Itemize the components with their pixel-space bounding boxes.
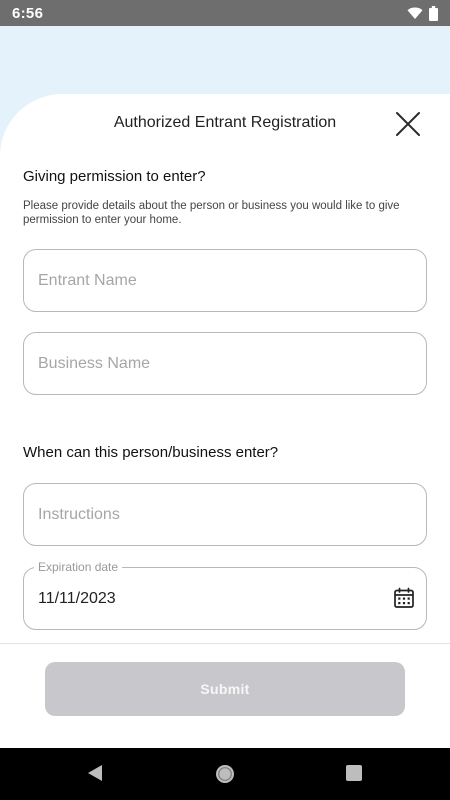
expiration-date-label: Expiration date: [34, 560, 123, 574]
status-bar: 6:56: [0, 0, 450, 26]
status-icons: [407, 5, 438, 21]
header-background: [0, 26, 450, 96]
registration-sheet: Authorized Entrant Registration Giving p…: [0, 94, 450, 748]
instructions-field[interactable]: [23, 483, 427, 546]
sheet-title: Authorized Entrant Registration: [113, 114, 337, 131]
calendar-icon[interactable]: [393, 587, 415, 609]
back-icon[interactable]: [86, 762, 104, 784]
close-button[interactable]: [394, 110, 422, 138]
home-icon[interactable]: [214, 763, 236, 785]
expiration-date-value: 11/11/2023: [38, 590, 116, 607]
battery-icon: [429, 5, 438, 21]
footer-divider: [0, 643, 450, 644]
instructions-input[interactable]: [24, 484, 426, 545]
permission-description: Please provide details about the person …: [23, 200, 400, 226]
business-name-input[interactable]: [24, 333, 426, 394]
recents-icon[interactable]: [346, 765, 362, 781]
permission-heading: Giving permission to enter?: [23, 168, 206, 185]
business-name-field[interactable]: [23, 332, 427, 395]
entrant-name-field[interactable]: [23, 249, 427, 312]
expiration-date-field[interactable]: Expiration date 11/11/2023: [23, 560, 427, 630]
submit-button[interactable]: Submit: [45, 662, 405, 716]
when-heading: When can this person/business enter?: [23, 444, 279, 461]
wifi-icon: [407, 7, 423, 19]
status-time: 6:56: [12, 4, 44, 22]
entrant-name-input[interactable]: [24, 250, 426, 311]
close-icon: [396, 112, 420, 136]
navigation-bar: [0, 748, 450, 800]
